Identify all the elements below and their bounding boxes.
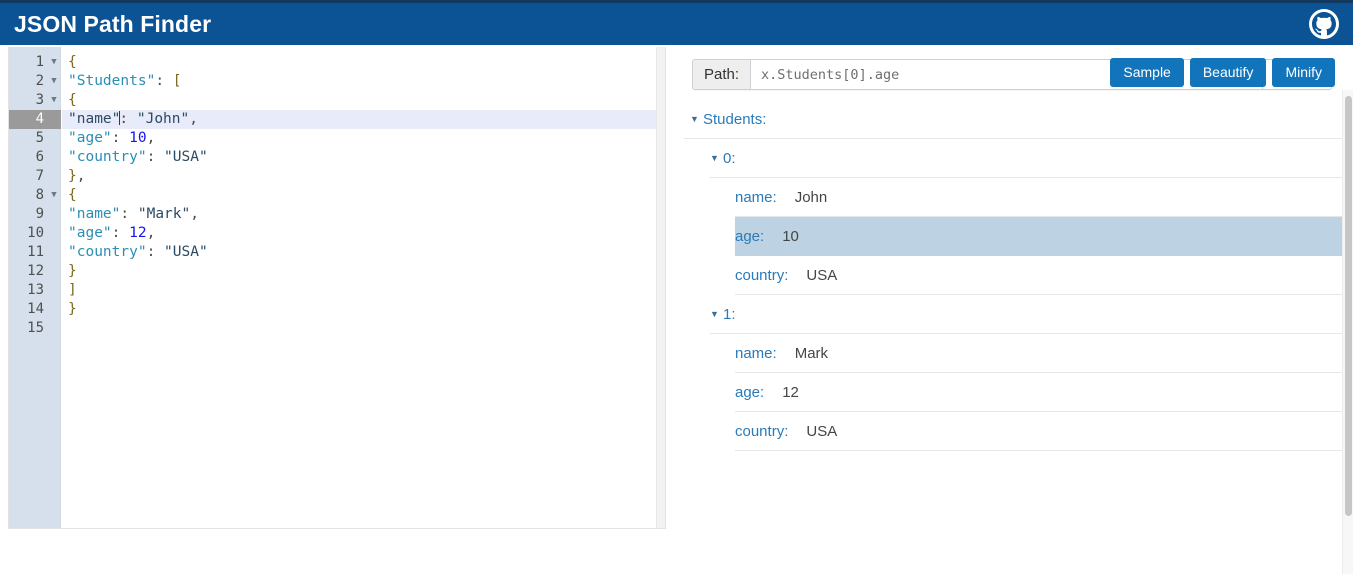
tree-key: name: <box>735 344 777 362</box>
line-number: 11 <box>27 244 44 260</box>
tree-key: name: <box>735 188 777 206</box>
tree-root-label: Students: <box>703 110 767 128</box>
fold-toggle-icon[interactable]: ▼ <box>49 186 59 205</box>
tree-key: age: <box>735 227 765 245</box>
editor-scrollbar[interactable] <box>656 47 665 528</box>
line-number: 15 <box>27 320 44 336</box>
code-line[interactable]: 14} <box>9 300 665 319</box>
chevron-down-icon[interactable]: ▼ <box>690 114 703 124</box>
sample-button[interactable]: Sample <box>1110 58 1184 88</box>
code-line[interactable]: 1 ▼{ <box>9 53 665 72</box>
line-number: 12 <box>27 263 44 279</box>
line-number: 14 <box>27 301 44 317</box>
code-lines[interactable]: 1 ▼{2 ▼ "Students": [3 ▼{4 "name": "John", 5 "a… <box>9 53 665 338</box>
tree-value: 12 <box>782 383 799 401</box>
page-title: JSON Path Finder <box>14 10 212 37</box>
tree-value: USA <box>806 266 838 284</box>
code-text: "name": "Mark", <box>68 206 199 222</box>
code-line[interactable]: 15 <box>9 319 665 338</box>
json-tree: ▼ Students: ▼ 0: name: John age: 10 country: USA ▼… <box>684 100 1342 451</box>
tree-key: country: <box>735 422 789 440</box>
fold-toggle-icon[interactable]: ▼ <box>49 53 59 72</box>
github-icon <box>1309 9 1339 39</box>
line-number: 10 <box>27 225 44 241</box>
tree-node-root[interactable]: ▼ Students: <box>684 100 1342 139</box>
code-line[interactable]: 10 "age": 12, <box>9 224 665 243</box>
tree-leaf-row[interactable]: name: Mark <box>735 334 1342 373</box>
app-header: JSON Path Finder <box>0 0 1353 45</box>
tree-leaf-row[interactable]: name: John <box>735 178 1342 217</box>
code-text: "country": "USA" <box>68 244 208 260</box>
line-number: 4 <box>9 110 61 129</box>
code-line[interactable]: 12} <box>9 262 665 281</box>
beautify-button[interactable]: Beautify <box>1189 58 1267 88</box>
code-line[interactable]: 13] <box>9 281 665 300</box>
tree-node-index[interactable]: ▼ 1: <box>710 295 1342 334</box>
code-line[interactable]: 9 "name": "Mark", <box>9 205 665 224</box>
line-number: 7 <box>35 168 44 184</box>
code-line[interactable]: 4 "name": "John", <box>9 110 665 129</box>
code-line[interactable]: 8 ▼{ <box>9 186 665 205</box>
code-text: { <box>68 187 77 203</box>
tree-value: John <box>794 188 828 206</box>
tree-index-label: 0: <box>723 149 736 167</box>
result-pane: Path: Copy ▼Students:▼0:name:Johnage:10c… <box>684 47 1342 529</box>
tree-value: USA <box>806 422 838 440</box>
tree-value: 10 <box>782 227 799 245</box>
code-text: "age": 10, <box>68 130 156 146</box>
code-editor[interactable]: 1 ▼{2 ▼ "Students": [3 ▼{4 "name": "John", 5 "a… <box>9 47 665 528</box>
code-text: } <box>68 301 77 317</box>
page-scrollbar-thumb[interactable] <box>1345 96 1352 516</box>
tree-leaf-row[interactable]: country: USA <box>735 256 1342 295</box>
tree-value: Mark <box>794 344 829 362</box>
page-scrollbar[interactable] <box>1342 90 1353 574</box>
line-number: 9 <box>35 206 44 222</box>
chevron-down-icon[interactable]: ▼ <box>710 153 723 163</box>
tree-leaf-row[interactable]: age: 10 <box>735 217 1342 256</box>
code-text: ] <box>68 282 77 298</box>
code-line[interactable]: 11 "country": "USA" <box>9 243 665 262</box>
code-text: { <box>68 54 77 70</box>
path-label: Path: <box>693 60 752 89</box>
github-link[interactable] <box>1309 9 1339 39</box>
code-line[interactable]: 2 ▼ "Students": [ <box>9 72 665 91</box>
line-number: 6 <box>35 149 44 165</box>
editor-toolbar: Sample Beautify Minify <box>1110 58 1335 88</box>
chevron-down-icon[interactable]: ▼ <box>710 309 723 319</box>
code-text: { <box>68 92 77 108</box>
minify-button[interactable]: Minify <box>1272 58 1335 88</box>
tree-key: age: <box>735 383 765 401</box>
workspace: 1 ▼{2 ▼ "Students": [3 ▼{4 "name": "John", 5 "a… <box>0 45 1353 574</box>
tree-node-index[interactable]: ▼ 0: <box>710 139 1342 178</box>
code-line[interactable]: 5 "age": 10, <box>9 129 665 148</box>
code-text: "country": "USA" <box>68 149 208 165</box>
code-line[interactable]: 6 "country": "USA" <box>9 148 665 167</box>
code-text: "name": "John", <box>62 110 665 129</box>
code-line[interactable]: 3 ▼{ <box>9 91 665 110</box>
fold-toggle-icon[interactable]: ▼ <box>49 91 59 110</box>
code-text: "Students": [ <box>68 73 182 89</box>
code-line[interactable]: 7}, <box>9 167 665 186</box>
code-text: "age": 12, <box>68 225 156 241</box>
line-number: 5 <box>35 130 44 146</box>
json-editor-pane: 1 ▼{2 ▼ "Students": [3 ▼{4 "name": "John", 5 "a… <box>8 47 666 529</box>
code-text: }, <box>68 168 86 184</box>
tree-index-label: 1: <box>723 305 736 323</box>
tree-key: country: <box>735 266 789 284</box>
fold-toggle-icon[interactable]: ▼ <box>49 72 59 91</box>
tree-leaf-row[interactable]: country: USA <box>735 412 1342 451</box>
line-number: 13 <box>27 282 44 298</box>
tree-leaf-row[interactable]: age: 12 <box>735 373 1342 412</box>
code-text: } <box>68 263 77 279</box>
